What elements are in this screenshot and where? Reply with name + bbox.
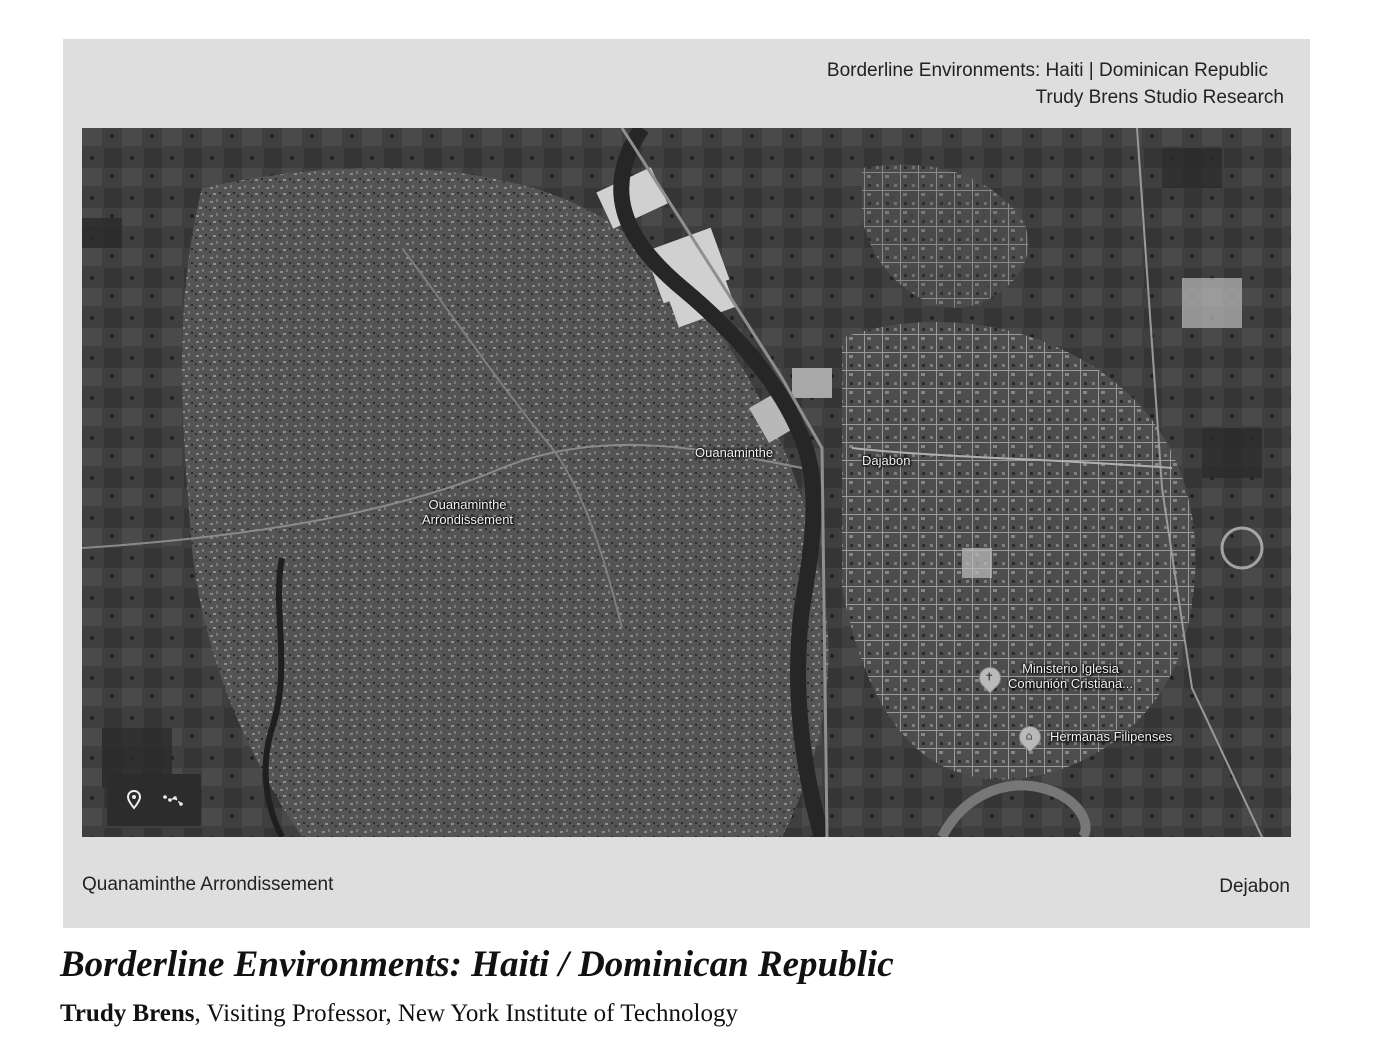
panel-header: Borderline Environments: Haiti | Dominic… xyxy=(827,57,1284,111)
location-pin-icon[interactable] xyxy=(122,788,146,812)
author-affiliation: , Visiting Professor, New York Institute… xyxy=(194,1000,738,1027)
satellite-map[interactable]: Ouanaminthe Arrondissement Ouanaminthe D… xyxy=(82,128,1291,837)
caption-title: Borderline Environments: Haiti / Dominic… xyxy=(60,944,894,985)
label-ministerio[interactable]: Ministerio Iglesia Comunión Cristiana... xyxy=(1008,661,1133,691)
label-ouanaminthe[interactable]: Ouanaminthe xyxy=(695,445,773,460)
caption-credit: Trudy Brens, Visiting Professor, New Yor… xyxy=(60,1000,738,1028)
label-line-1: Ouanaminthe xyxy=(428,497,507,512)
route-icon[interactable] xyxy=(161,788,185,812)
figure-panel: Borderline Environments: Haiti | Dominic… xyxy=(63,39,1310,928)
label-line-2: Arrondissement xyxy=(422,512,514,527)
map-controls xyxy=(107,774,201,826)
author-name: Trudy Brens xyxy=(60,1000,195,1027)
header-subtitle: Trudy Brens Studio Research xyxy=(1035,87,1284,108)
label-ouanaminthe-arrondissement[interactable]: Ouanaminthe Arrondissement xyxy=(422,497,513,527)
footer-left-label: Quanaminthe Arrondissement xyxy=(82,874,334,895)
footer-right-label: Dejabon xyxy=(1219,876,1290,897)
label-hermanas[interactable]: Hermanas Filipenses xyxy=(1050,729,1172,744)
label-line-2: Comunión Cristiana... xyxy=(1008,676,1133,691)
label-dajabon[interactable]: Dajabon xyxy=(862,453,910,468)
label-line-1: Ministerio Iglesia xyxy=(1022,661,1119,676)
header-title: Borderline Environments: Haiti | Dominic… xyxy=(826,60,1268,81)
